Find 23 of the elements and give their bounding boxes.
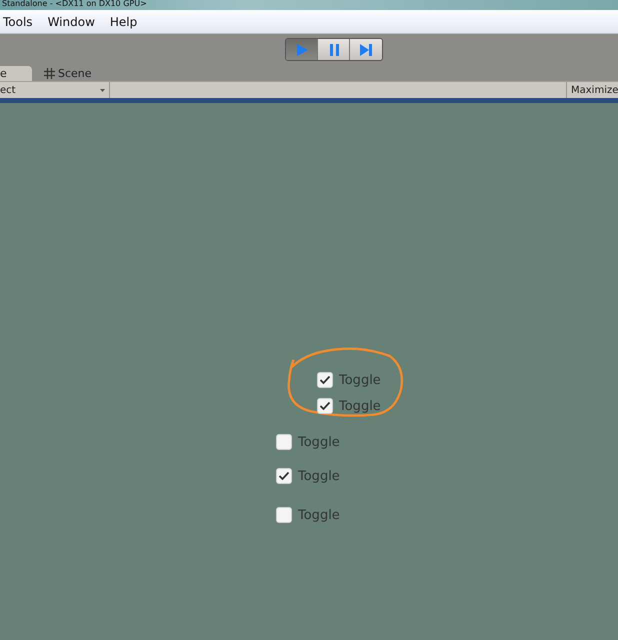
checkbox[interactable] — [317, 398, 333, 414]
play-icon — [294, 42, 308, 56]
grid-icon — [44, 68, 55, 79]
toggle-label: Toggle — [298, 508, 340, 522]
menu-item[interactable]: Help — [106, 14, 144, 28]
toggle-label: Toggle — [298, 434, 340, 450]
tab[interactable]: Scene — [34, 66, 100, 81]
tab[interactable]: e — [0, 66, 32, 81]
checkbox[interactable] — [276, 507, 292, 523]
toggle-label: Toggle — [339, 398, 381, 414]
menu-item[interactable]: Window — [44, 14, 102, 28]
toggle-label: Toggle — [298, 468, 340, 484]
maximize-button[interactable]: Maximize — [566, 82, 618, 98]
checkbox[interactable] — [276, 434, 292, 450]
step-icon — [359, 42, 373, 56]
pause-button[interactable] — [318, 39, 350, 60]
window-title: Standalone - <DX11 on DX10 GPU> — [1, 0, 148, 8]
step-button[interactable] — [350, 39, 382, 60]
checkbox[interactable] — [317, 372, 333, 388]
menu-item[interactable]: Tools — [0, 14, 40, 28]
checkbox[interactable] — [276, 468, 292, 484]
toggle-label: Toggle — [339, 372, 381, 388]
caret-icon — [100, 88, 105, 92]
